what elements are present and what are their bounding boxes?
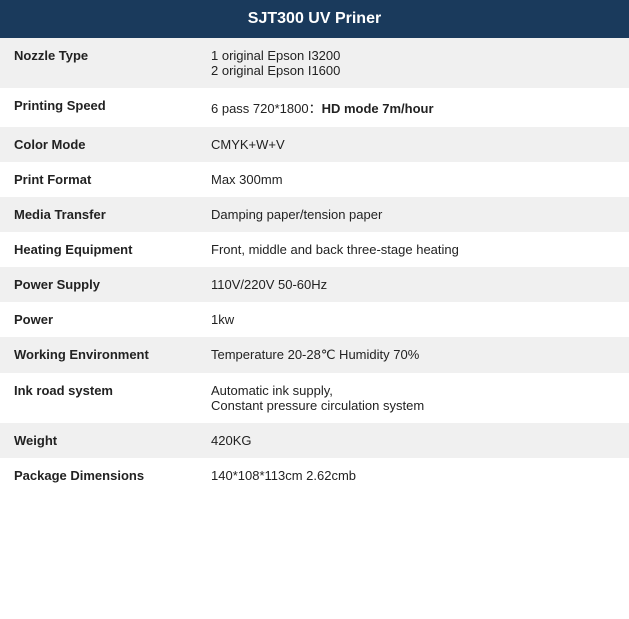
table-row: Power Supply110V/220V 50-60Hz: [0, 267, 629, 302]
row-label: Nozzle Type: [0, 38, 197, 88]
row-label: Print Format: [0, 162, 197, 197]
table-row: Nozzle Type1 original Epson I32002 origi…: [0, 38, 629, 88]
row-value: 110V/220V 50-60Hz: [197, 267, 629, 302]
row-value: 1 original Epson I32002 original Epson I…: [197, 38, 629, 88]
table-header: SJT300 UV Priner: [0, 0, 629, 38]
table-row: Media TransferDamping paper/tension pape…: [0, 197, 629, 232]
row-label: Color Mode: [0, 127, 197, 162]
value-bold: HD mode 7m/hour: [322, 101, 434, 116]
row-value: 6 pass 720*1800：HD mode 7m/hour: [197, 88, 629, 127]
row-label: Package Dimensions: [0, 458, 197, 493]
table-row: Package Dimensions140*108*113cm 2.62cmb: [0, 458, 629, 493]
spec-table-container: SJT300 UV Priner Nozzle Type1 original E…: [0, 0, 629, 493]
row-label: Printing Speed: [0, 88, 197, 127]
table-row: Ink road systemAutomatic ink supply,Cons…: [0, 373, 629, 423]
row-value: 140*108*113cm 2.62cmb: [197, 458, 629, 493]
row-label: Ink road system: [0, 373, 197, 423]
row-label: Weight: [0, 423, 197, 458]
table-row: Color ModeCMYK+W+V: [0, 127, 629, 162]
row-value: Front, middle and back three-stage heati…: [197, 232, 629, 267]
row-value: 420KG: [197, 423, 629, 458]
row-label: Heating Equipment: [0, 232, 197, 267]
row-value: 1kw: [197, 302, 629, 337]
row-label: Media Transfer: [0, 197, 197, 232]
value-prefix: 6 pass 720*1800：: [211, 101, 322, 116]
row-value: CMYK+W+V: [197, 127, 629, 162]
header-title: SJT300 UV Priner: [248, 10, 381, 27]
spec-table: Nozzle Type1 original Epson I32002 origi…: [0, 38, 629, 493]
row-label: Power: [0, 302, 197, 337]
table-row: Print FormatMax 300mm: [0, 162, 629, 197]
row-value: Damping paper/tension paper: [197, 197, 629, 232]
table-row: Power1kw: [0, 302, 629, 337]
table-row: Working EnvironmentTemperature 20-28℃ Hu…: [0, 337, 629, 373]
row-label: Working Environment: [0, 337, 197, 373]
row-value: Temperature 20-28℃ Humidity 70%: [197, 337, 629, 373]
table-row: Weight420KG: [0, 423, 629, 458]
table-row: Heating EquipmentFront, middle and back …: [0, 232, 629, 267]
row-value: Automatic ink supply,Constant pressure c…: [197, 373, 629, 423]
row-value: Max 300mm: [197, 162, 629, 197]
row-label: Power Supply: [0, 267, 197, 302]
table-row: Printing Speed6 pass 720*1800：HD mode 7m…: [0, 88, 629, 127]
